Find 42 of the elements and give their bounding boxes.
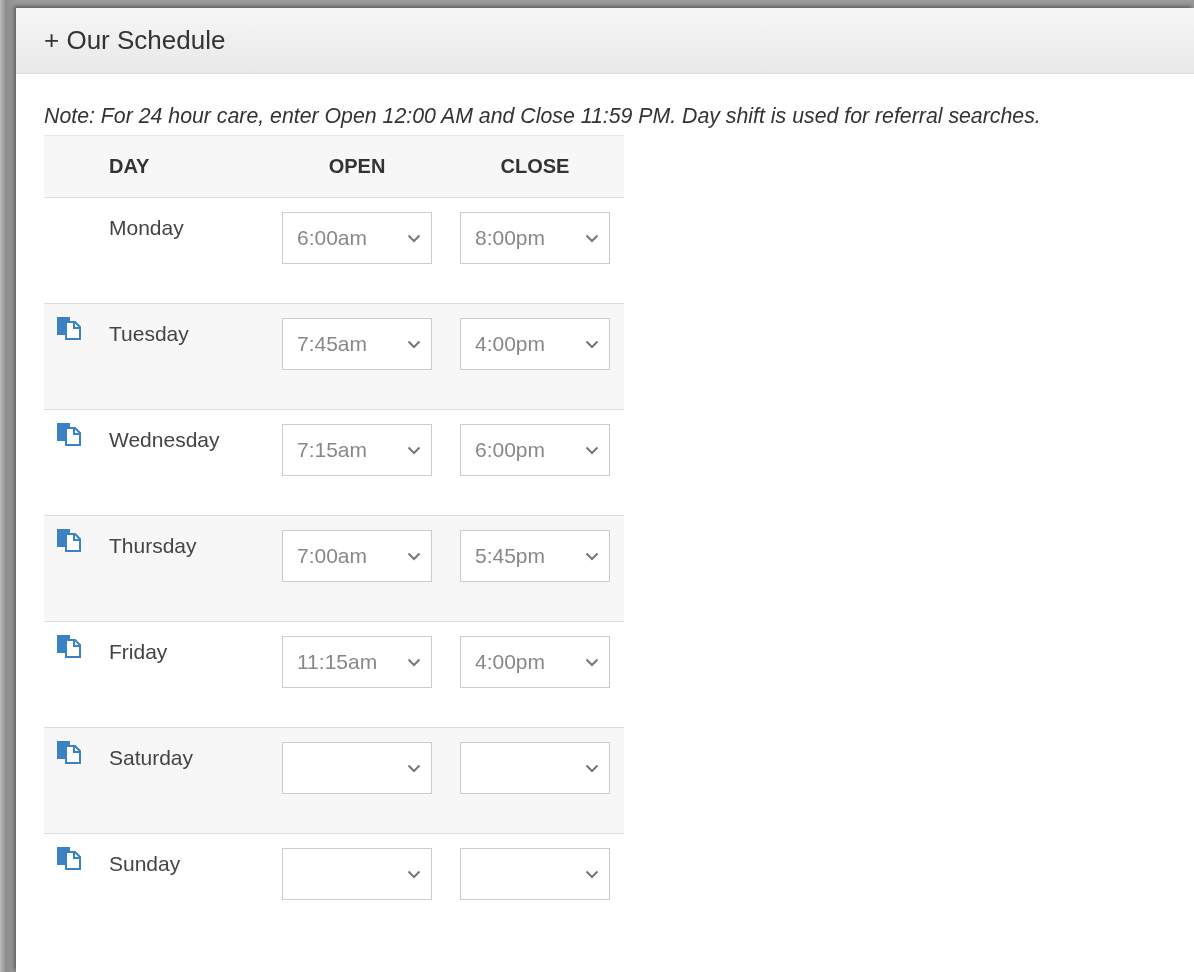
column-header: CLOSE [500,155,570,177]
chevron-icon [585,869,599,879]
chevron-icon [407,339,421,349]
column-header: DAY [109,155,150,177]
day-label: Thursday [109,534,197,557]
time-select[interactable]: 4:00pm [460,636,610,688]
day-label: Friday [109,640,168,663]
time-select[interactable]: 7:15am [282,424,432,476]
copy-icon[interactable] [56,846,82,870]
chevron-icon [585,657,599,667]
chevron-icon [407,551,421,561]
time-select[interactable]: 7:00am [282,530,432,582]
time-select[interactable]: 6:00am [282,212,432,264]
column-header: OPEN [328,155,386,177]
chevron-icon [585,445,599,455]
chevron-icon [407,869,421,879]
section-title[interactable]: + Our Schedule [44,25,226,56]
day-label: Tuesday [109,322,189,345]
day-label: Wednesday [109,428,220,451]
chevron-icon [407,657,421,667]
chevron-icon [585,763,599,773]
time-select[interactable]: 6:00pm [460,424,610,476]
time-select[interactable]: 11:15am [282,636,432,688]
time-select[interactable]: 5:45pm [460,530,610,582]
time-select[interactable]: 7:45am [282,318,432,370]
chevron-icon [585,233,599,243]
note-text: Note: For 24 hour care, enter Open 12:00 AM and Close 11:59 PM. Day shift is used for referral searches. [44,104,1042,129]
chevron-icon [585,551,599,561]
copy-icon[interactable] [56,740,82,764]
copy-icon[interactable] [56,422,82,446]
chevron-icon [407,445,421,455]
time-select[interactable]: 4:00pm [460,318,610,370]
time-select[interactable]: 8:00pm [460,212,610,264]
chevron-icon [407,233,421,243]
copy-icon[interactable] [56,634,82,658]
chevron-icon [407,763,421,773]
copy-icon[interactable] [56,528,82,552]
day-label: Monday [109,216,184,239]
day-label: Saturday [109,746,194,769]
copy-icon[interactable] [56,316,82,340]
day-label: Sunday [109,852,181,875]
chevron-icon [585,339,599,349]
